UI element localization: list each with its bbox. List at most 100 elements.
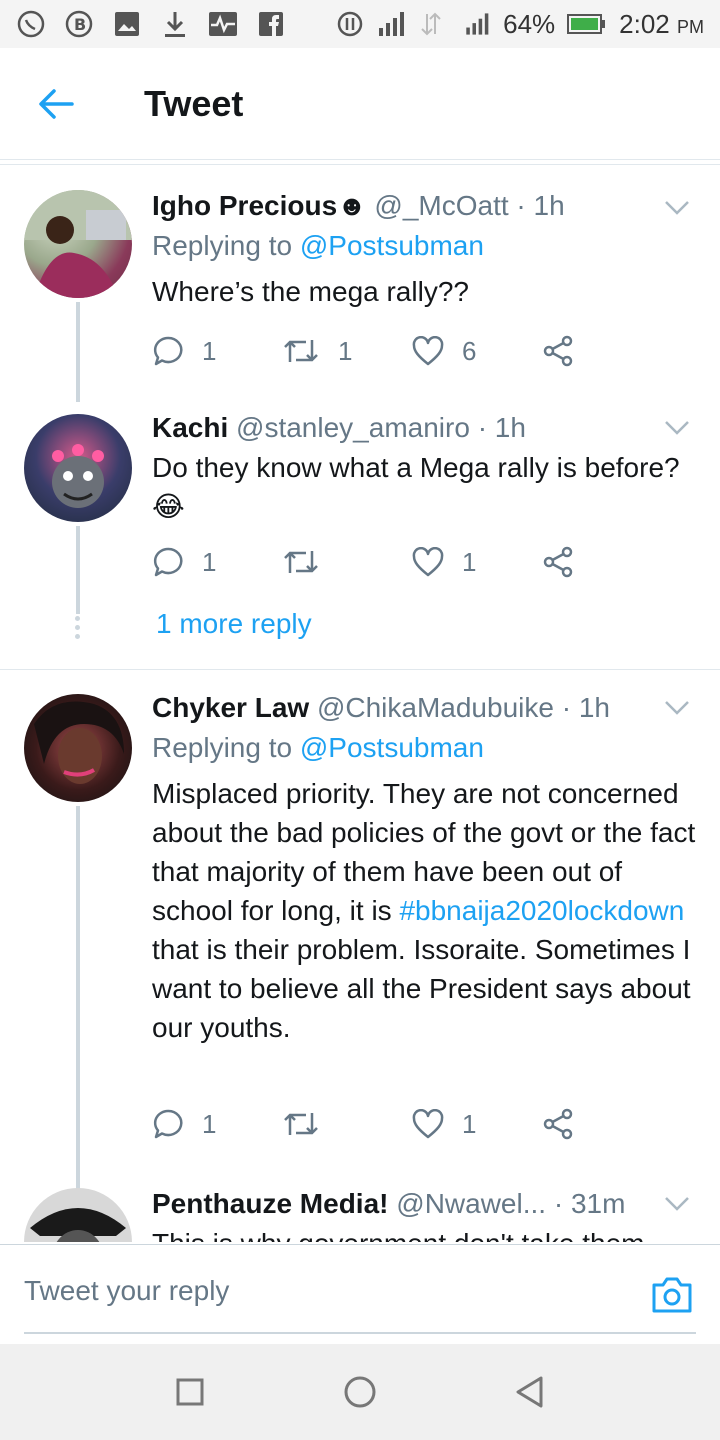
timestamp: · 1h <box>561 692 610 723</box>
camera-button[interactable] <box>650 1275 694 1319</box>
reply-composer: Tweet your reply <box>0 1244 720 1344</box>
tweet-meta: Penthauze Media! @Nwawel... · 31m <box>152 1184 696 1224</box>
avatar[interactable] <box>24 1188 132 1242</box>
avatar[interactable] <box>24 694 132 802</box>
share-button[interactable] <box>542 546 672 578</box>
tweet-text: Do they know what a Mega rally is before… <box>152 452 680 522</box>
reply-button[interactable]: 1 <box>152 335 282 367</box>
arrow-left-icon <box>39 88 74 119</box>
tweet-meta: Kachi @stanley_amaniro · 1h <box>152 408 696 448</box>
thread-dots <box>74 616 82 643</box>
camera-icon <box>652 1277 692 1313</box>
clock-time: 2:02 <box>619 8 670 39</box>
share-button[interactable] <box>542 1108 672 1140</box>
timestamp: · 31m <box>553 1188 626 1219</box>
tweet-actions: 1 1 6 <box>152 331 672 371</box>
display-name[interactable]: Igho Precious☻ <box>152 190 367 221</box>
timestamp: · 1h <box>477 412 526 443</box>
image-icon <box>112 9 142 39</box>
user-handle[interactable]: @stanley_amaniro <box>236 412 470 443</box>
retweet-icon <box>284 340 318 362</box>
replying-prefix: Replying to <box>152 732 293 763</box>
display-name[interactable]: Kachi <box>152 412 228 443</box>
more-replies-link[interactable]: 1 more reply <box>156 608 312 640</box>
battery-percent: 64% <box>503 8 556 39</box>
facebook-icon <box>256 9 286 39</box>
chevron-down-icon[interactable] <box>664 194 690 220</box>
display-name[interactable]: Penthauze Media! <box>152 1188 388 1219</box>
like-button[interactable]: 6 <box>412 336 542 367</box>
circle-icon <box>344 1376 376 1408</box>
tweet-text: Where’s the mega rally?? <box>152 276 469 307</box>
user-handle[interactable]: @Nwawel... <box>396 1188 546 1219</box>
b-icon: B <box>64 9 94 39</box>
home-button[interactable] <box>340 1372 380 1412</box>
share-button[interactable] <box>542 335 672 367</box>
like-count: 1 <box>462 546 477 577</box>
clock: 2:02 PM <box>619 9 704 40</box>
reply-icon <box>153 1109 183 1139</box>
reply-count: 1 <box>202 1108 217 1139</box>
avatar[interactable] <box>24 414 132 522</box>
retweet-count: 1 <box>338 335 353 366</box>
retweet-button[interactable] <box>282 547 412 577</box>
back-button[interactable] <box>0 48 112 160</box>
reply-icon <box>153 547 183 577</box>
signal-icon <box>377 9 407 39</box>
retweet-button[interactable] <box>282 1109 412 1139</box>
system-nav-bar <box>0 1344 720 1440</box>
reply-button[interactable]: 1 <box>152 1108 282 1140</box>
system-back-button[interactable] <box>510 1372 550 1412</box>
whatsapp-icon <box>16 9 46 39</box>
chevron-down-icon[interactable] <box>664 414 690 440</box>
activity-icon <box>208 9 238 39</box>
share-icon <box>543 546 573 578</box>
tweet-text: Misplaced priority. They are not concern… <box>152 774 696 1047</box>
tweet-actions: 1 1 <box>152 1104 672 1144</box>
retweet-icon <box>284 551 318 573</box>
chevron-down-icon[interactable] <box>664 1190 690 1216</box>
reply-count: 1 <box>202 546 217 577</box>
top-app-bar: Tweet <box>0 48 720 160</box>
chevron-down-icon[interactable] <box>664 694 690 720</box>
reply-count: 1 <box>202 335 217 366</box>
heart-icon <box>412 1109 444 1139</box>
like-button[interactable]: 1 <box>412 1109 542 1140</box>
thread-divider <box>0 669 720 670</box>
like-button[interactable]: 1 <box>412 547 542 578</box>
tweet-text-after: that is their problem. Issoraite. Someti… <box>152 934 691 1043</box>
timestamp: · 1h <box>516 190 565 221</box>
avatar[interactable] <box>24 190 132 298</box>
tweet-actions: 1 1 <box>152 542 672 582</box>
signal-icon <box>419 9 449 39</box>
retweet-button[interactable]: 1 <box>282 336 412 367</box>
heart-icon <box>412 547 444 577</box>
like-count: 1 <box>462 1108 477 1139</box>
user-handle[interactable]: @ChikaMadubuike <box>317 692 554 723</box>
hashtag-link[interactable]: #bbnaija2020lockdown <box>399 895 684 926</box>
status-bar: B 64% 2:02 PM <box>0 0 720 48</box>
replying-handle-link[interactable]: @Postsubman <box>300 732 484 763</box>
thread-line <box>76 806 80 1242</box>
share-icon <box>543 335 573 367</box>
display-name[interactable]: Chyker Law <box>152 692 309 723</box>
thread-line <box>76 302 80 402</box>
replying-prefix: Replying to <box>152 230 293 261</box>
reply-input[interactable]: Tweet your reply <box>24 1275 229 1307</box>
recents-button[interactable] <box>170 1372 210 1412</box>
thread-line <box>76 526 80 614</box>
header-divider <box>0 164 720 165</box>
triangle-back-icon <box>516 1376 543 1408</box>
user-handle[interactable]: @_McOatt <box>374 190 508 221</box>
signal-icon <box>461 9 491 39</box>
square-icon <box>176 1378 204 1406</box>
tweet-text: This is why government don't take them <box>152 1224 696 1242</box>
replying-handle-link[interactable]: @Postsubman <box>300 230 484 261</box>
reply-feed[interactable]: Igho Precious☻ @_McOatt · 1h Replying to… <box>0 166 720 1242</box>
reply-button[interactable]: 1 <box>152 546 282 578</box>
like-count: 6 <box>462 335 477 366</box>
heart-icon <box>412 336 444 366</box>
retweet-icon <box>284 1113 318 1135</box>
battery-icon <box>567 9 607 39</box>
replying-to: Replying to @Postsubman <box>152 226 696 266</box>
